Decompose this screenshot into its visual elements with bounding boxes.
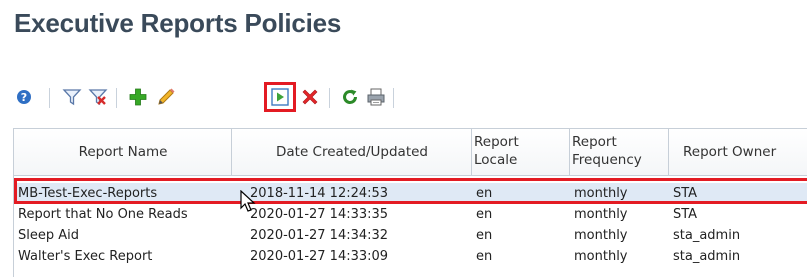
cell-report-name: Walter's Exec Report — [18, 249, 153, 264]
print-icon[interactable] — [364, 85, 388, 109]
cell-frequency: monthly — [574, 228, 628, 243]
table-row[interactable]: Report that No One Reads 2020-01-27 14:3… — [14, 204, 807, 225]
col-header-date[interactable]: Date Created/Updated — [232, 129, 472, 175]
add-icon[interactable] — [126, 85, 150, 109]
cell-owner: STA — [673, 207, 698, 222]
cell-date: 2018-11-14 12:24:53 — [250, 186, 389, 201]
filter-icon[interactable] — [60, 85, 84, 109]
cell-report-name: MB-Test-Exec-Reports — [18, 186, 158, 201]
cell-frequency: monthly — [574, 186, 628, 201]
table-header: Report Name Date Created/Updated Report … — [14, 129, 807, 176]
cell-owner: sta_admin — [673, 228, 741, 243]
cell-owner: STA — [673, 186, 698, 201]
page-title: Executive Reports Policies — [14, 8, 342, 38]
reports-table: Report Name Date Created/Updated Report … — [13, 128, 807, 277]
mouse-pointer-icon — [240, 189, 256, 218]
col-header-locale[interactable]: Report Locale — [472, 129, 570, 175]
cell-locale: en — [476, 186, 493, 201]
cell-locale: en — [476, 207, 493, 222]
col-header-owner[interactable]: Report Owner — [669, 129, 807, 175]
cell-frequency: monthly — [574, 249, 628, 264]
svg-text:?: ? — [21, 91, 27, 104]
col-header-frequency[interactable]: Report Frequency — [570, 129, 669, 175]
table-row[interactable]: Sleep Aid 2020-01-27 14:34:32 en monthly… — [14, 225, 807, 246]
table-row[interactable]: MB-Test-Exec-Reports 2018-11-14 12:24:53… — [14, 183, 807, 204]
toolbar-separator — [49, 88, 50, 108]
cell-frequency: monthly — [574, 207, 628, 222]
col-header-report-name[interactable]: Report Name — [14, 129, 232, 175]
toolbar: ? — [0, 80, 807, 114]
refresh-icon[interactable] — [338, 85, 362, 109]
cell-report-name: Sleep Aid — [18, 228, 80, 243]
cell-date: 2020-01-27 14:33:09 — [250, 249, 389, 264]
clear-filter-icon[interactable] — [86, 85, 110, 109]
cell-date: 2020-01-27 14:34:32 — [250, 228, 389, 243]
toolbar-separator — [393, 88, 394, 108]
cell-owner: sta_admin — [673, 249, 741, 264]
delete-icon[interactable] — [298, 85, 322, 109]
cell-locale: en — [476, 228, 493, 243]
toolbar-separator — [116, 88, 117, 108]
cell-date: 2020-01-27 14:33:35 — [250, 207, 389, 222]
run-button-highlight — [264, 82, 296, 112]
edit-icon[interactable] — [154, 85, 178, 109]
help-icon[interactable]: ? — [12, 85, 36, 109]
table-row[interactable]: Walter's Exec Report 2020-01-27 14:33:09… — [14, 246, 807, 267]
cell-locale: en — [476, 249, 493, 264]
cell-report-name: Report that No One Reads — [18, 207, 188, 222]
toolbar-separator — [329, 88, 330, 108]
